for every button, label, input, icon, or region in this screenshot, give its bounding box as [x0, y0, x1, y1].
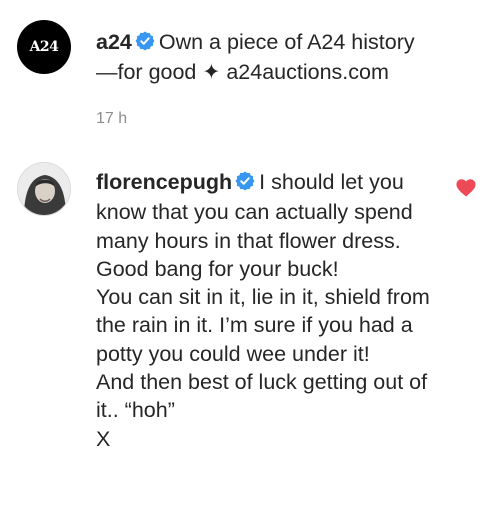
- comment-body: florencepugh I should let you know that y…: [96, 168, 441, 453]
- verified-badge-icon: [235, 170, 255, 198]
- verified-badge-icon: [135, 30, 155, 58]
- avatar[interactable]: [17, 162, 71, 216]
- comment-first-paragraph: florencepugh I should let you know that y…: [96, 168, 441, 283]
- profile-photo-icon: [18, 163, 70, 215]
- avatar[interactable]: A24: [17, 20, 71, 74]
- comment-text-line: You can sit in it, lie in it, shield fro…: [96, 285, 430, 366]
- like-heart-icon[interactable]: [455, 177, 477, 197]
- comment-text-line: And then best of luck getting out of it.…: [96, 370, 428, 423]
- username[interactable]: a24: [96, 30, 132, 54]
- comment-body: a24 Own a piece of A24 history —for good …: [96, 28, 441, 87]
- username[interactable]: florencepugh: [96, 170, 232, 194]
- comment-text-line: X: [96, 426, 111, 451]
- a24-logo: A24: [29, 39, 59, 55]
- timestamp[interactable]: 17 h: [96, 110, 127, 128]
